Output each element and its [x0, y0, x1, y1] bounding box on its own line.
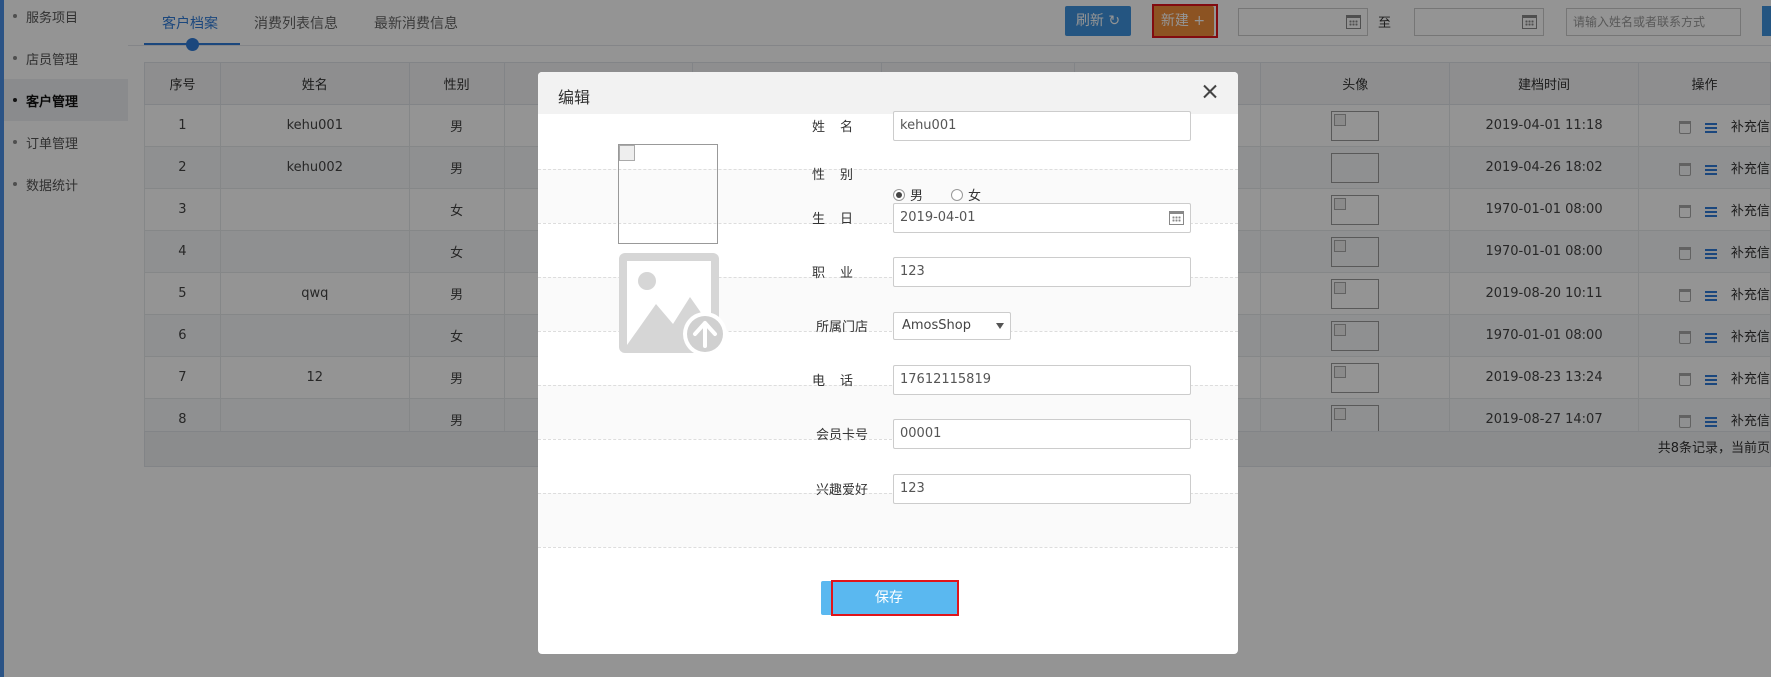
- card-field[interactable]: 00001: [893, 419, 1191, 449]
- row-divider: [538, 547, 1238, 548]
- upload-image-icon[interactable]: [618, 252, 728, 356]
- job-field[interactable]: 123: [893, 257, 1191, 287]
- gender-radio-group: 男 女: [893, 185, 1009, 204]
- radio-label: 男: [910, 189, 924, 204]
- birthday-value: 2019-04-01: [900, 210, 976, 225]
- gender-option-male[interactable]: 男: [893, 185, 923, 204]
- gender-label: 性别: [811, 168, 868, 183]
- edit-dialog: 编辑 姓名 kehu001 性别 男 女 生日 2019-04-01 职业 12…: [538, 72, 1238, 654]
- dialog-title: 编辑: [558, 88, 591, 107]
- dialog-header: 编辑: [538, 72, 1238, 114]
- name-label: 姓名: [811, 120, 868, 135]
- gender-option-female[interactable]: 女: [951, 185, 981, 204]
- store-label: 所属门店: [815, 320, 868, 335]
- birthday-label: 生日: [811, 212, 868, 227]
- save-button-highlight: [831, 580, 959, 616]
- hobby-label: 兴趣爱好: [815, 483, 868, 498]
- calendar-icon[interactable]: [1169, 211, 1184, 225]
- phone-field[interactable]: 17612115819: [893, 365, 1191, 395]
- job-label: 职业: [811, 266, 868, 281]
- hobby-field[interactable]: 123: [893, 474, 1191, 504]
- avatar-preview: [618, 144, 718, 244]
- name-field[interactable]: kehu001: [893, 111, 1191, 141]
- radio-label: 女: [968, 189, 982, 204]
- broken-image-icon: [619, 145, 635, 161]
- birthday-field[interactable]: 2019-04-01: [893, 203, 1191, 233]
- radio-icon[interactable]: [893, 188, 905, 201]
- card-label: 会员卡号: [815, 428, 868, 443]
- chevron-down-icon: [996, 323, 1004, 329]
- store-value: AmosShop: [902, 318, 971, 333]
- close-icon[interactable]: [1200, 82, 1220, 102]
- radio-icon[interactable]: [951, 188, 964, 201]
- store-select[interactable]: AmosShop: [893, 312, 1011, 340]
- phone-label: 电话: [811, 374, 868, 389]
